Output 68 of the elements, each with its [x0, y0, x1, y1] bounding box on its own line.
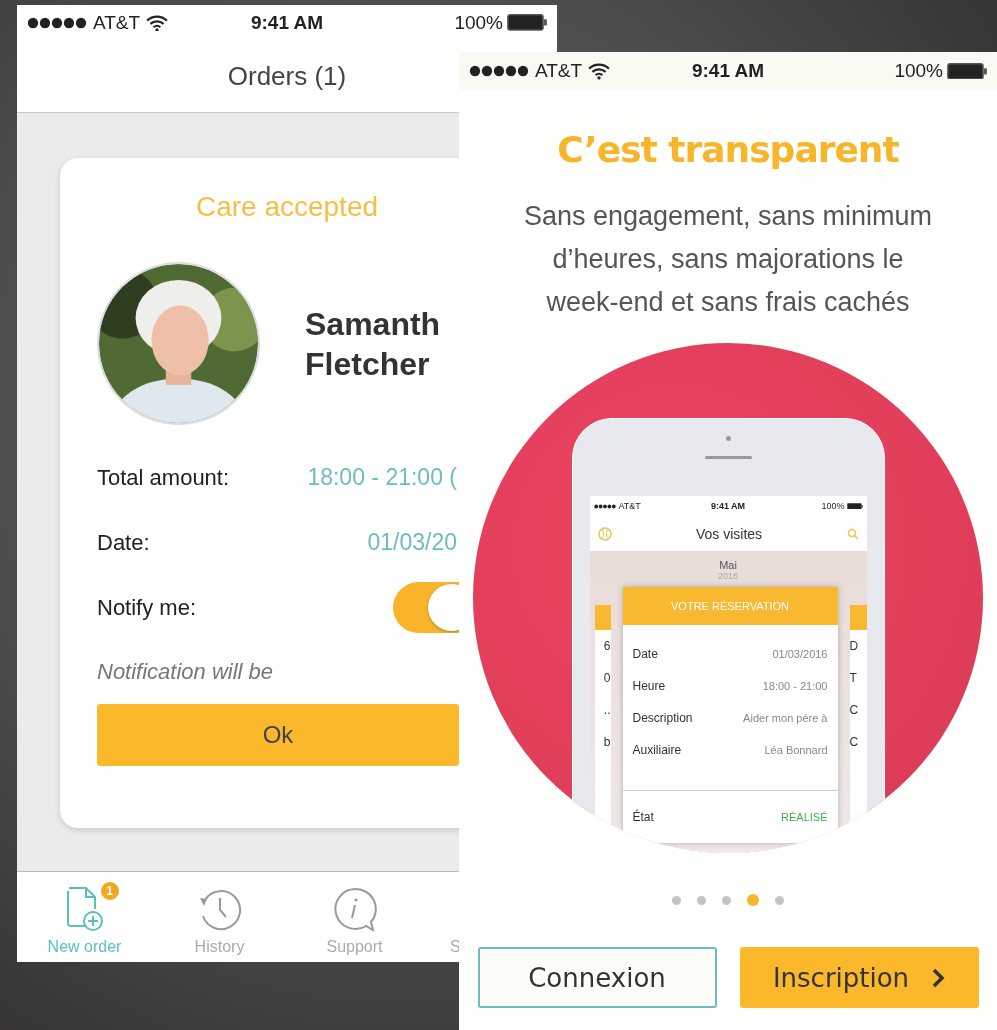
page-dot[interactable]	[747, 894, 759, 906]
status-value: RÉALISÉ	[781, 811, 828, 823]
card-text: ..	[603, 703, 611, 717]
row-label: Description	[632, 711, 693, 725]
document-plus-icon	[64, 886, 105, 932]
row-label: Auxiliaire	[632, 743, 682, 757]
tab-item[interactable]: 1 New order	[17, 872, 152, 962]
signup-button[interactable]: Inscription	[739, 947, 979, 1008]
row-value: 18:00 - 21:00	[762, 680, 828, 692]
wifi-icon	[146, 13, 169, 32]
field-value: 01/03/20	[367, 529, 457, 556]
search-icon	[846, 527, 859, 540]
row-label: Heure	[632, 679, 666, 693]
card-text: C	[849, 735, 859, 749]
row-value: 01/03/2016	[772, 648, 828, 660]
year-label: 2016	[717, 571, 739, 581]
person-name: Samanth Fletcher	[305, 304, 441, 384]
carrier-label: AT&T	[618, 501, 641, 511]
chevron-right-icon	[931, 966, 946, 989]
tab-item[interactable]: History	[152, 872, 287, 962]
card-header	[849, 605, 867, 630]
page-dot[interactable]	[722, 895, 731, 905]
status-time: 9:41 AM	[250, 11, 324, 34]
wifi-icon	[588, 62, 611, 80]
card-title: Care accepted	[194, 190, 380, 224]
ok-button[interactable]: Ok	[97, 704, 459, 766]
preview-title: Vos visites	[694, 525, 764, 542]
card-text: b	[603, 735, 611, 749]
info-bubble-icon	[331, 886, 378, 932]
card-text: D	[849, 639, 859, 653]
signal-icon	[469, 65, 529, 77]
month-label: Mai	[718, 559, 738, 571]
description-text: Sans engagement, sans minimum d’heures, sans majorations le week-end et sans frais cachés	[522, 200, 934, 319]
card-header	[594, 605, 611, 630]
field-value: 18:00 - 21:00 (	[307, 464, 457, 491]
battery-percent: 100%	[454, 11, 503, 34]
signal-icon	[27, 16, 87, 29]
battery-icon	[507, 14, 547, 31]
status-time: 9:41 AM	[710, 501, 746, 511]
row-label: Date	[632, 647, 658, 661]
row-value: Léa Bonnard	[764, 744, 828, 756]
signal-icon	[593, 503, 616, 509]
headline: C’est transparent	[557, 128, 899, 172]
notify-toggle[interactable]	[393, 582, 459, 633]
login-button[interactable]: Connexion	[477, 947, 717, 1008]
battery-icon	[947, 62, 987, 80]
field-label: Total amount:	[97, 464, 230, 491]
carrier-label: AT&T	[93, 11, 141, 34]
card-text: C	[849, 703, 859, 717]
page-dot[interactable]	[775, 895, 784, 905]
page-dot[interactable]	[672, 895, 681, 905]
card-header: VOTRE RÉSERVATION	[622, 587, 838, 625]
battery-percent: 100%	[821, 501, 845, 511]
field-label: Date:	[97, 529, 150, 556]
page-dot[interactable]	[697, 895, 706, 905]
row-label: État	[632, 810, 654, 824]
notification-note: Notification will be	[97, 657, 275, 686]
card-text: T	[849, 671, 857, 685]
card-text: 6	[603, 639, 611, 653]
ball-icon	[597, 526, 612, 541]
card-text: 0	[603, 671, 611, 685]
tab-item[interactable]: Support	[287, 872, 422, 962]
row-value: Aider mon pére à	[743, 712, 828, 724]
battery-icon	[846, 502, 863, 510]
battery-percent: 100%	[894, 60, 943, 82]
field-label: Notify me:	[97, 594, 197, 621]
count-badge: 1	[100, 882, 119, 900]
status-time: 9:41 AM	[691, 60, 765, 82]
